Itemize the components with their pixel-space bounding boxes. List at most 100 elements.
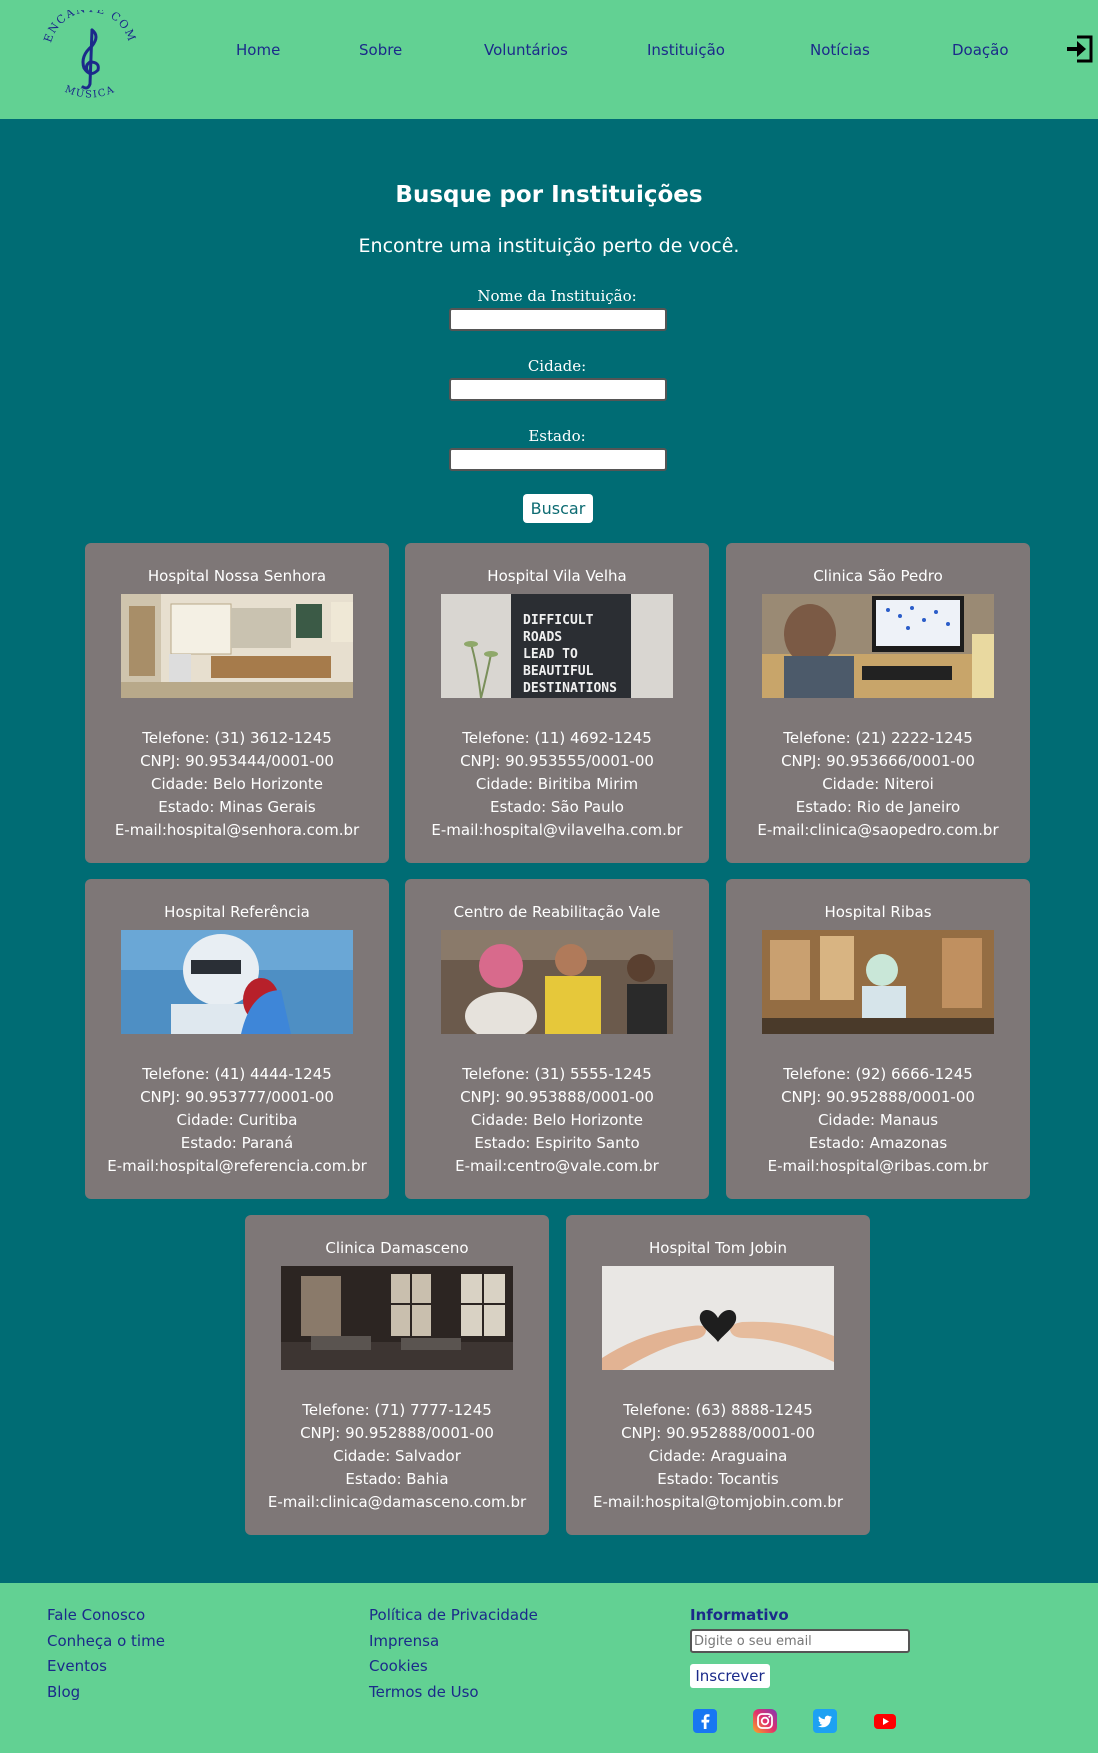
card-title: Hospital Vila Velha [487,567,627,585]
card-phone: Telefone: (71) 7777-1245 [302,1401,492,1419]
state-input[interactable] [449,448,667,471]
card-state: Estado: Amazonas [808,1134,948,1152]
card-state: Estado: Tocantis [657,1470,779,1488]
card-image-letter-board: DIFFICULT ROADS LEAD TO BEAUTIFUL DESTIN… [441,594,673,698]
card-image-hands-heart [602,1266,834,1370]
card-image-hospital-ward [281,1266,513,1370]
card-cnpj: CNPJ: 90.953666/0001-00 [781,752,975,770]
card-phone: Telefone: (31) 5555-1245 [462,1065,652,1083]
card-state: Estado: Paraná [180,1134,294,1152]
card-info: Telefone: (41) 4444-1245 CNPJ: 90.953777… [85,1063,389,1178]
sign-line-2: ROADS [523,630,562,645]
nav-voluntarios[interactable]: Voluntários [484,41,568,59]
newsletter-email-input[interactable] [690,1629,910,1653]
site-header: ENCANTE COM MÚSICA Home Sobre Voluntário… [0,0,1098,119]
youtube-icon[interactable] [873,1709,897,1733]
newsletter-subscribe-button[interactable]: Inscrever [690,1664,770,1688]
card-title: Clinica Damasceno [325,1239,469,1257]
footer-link-cookies[interactable]: Cookies [369,1657,428,1675]
institution-card[interactable]: Hospital Ribas Telefone: (92) 6666-1245 … [726,879,1030,1199]
card-phone: Telefone: (41) 4444-1245 [142,1065,332,1083]
card-image-computer-user [762,594,994,698]
card-city: Cidade: Belo Horizonte [150,775,324,793]
card-image-salon-worker [762,930,994,1034]
card-phone: Telefone: (92) 6666-1245 [783,1065,973,1083]
nav-instituicao[interactable]: Instituição [647,41,725,59]
sign-line-4: BEAUTIFUL [523,664,594,679]
instagram-icon[interactable] [753,1709,777,1733]
institution-card[interactable]: Hospital Vila Velha DIFFICULT ROADS LEAD… [405,543,709,863]
svg-text:ENCANTE COM: ENCANTE COM [41,10,139,44]
card-info: Telefone: (21) 2222-1245 CNPJ: 90.953666… [726,727,1030,842]
card-email: E-mail:hospital@senhora.com.br [114,821,360,839]
card-image-lab-scientist [121,930,353,1034]
login-icon[interactable] [1064,34,1094,64]
card-email: E-mail:hospital@referencia.com.br [107,1157,367,1175]
sign-line-5: DESTINATIONS [523,681,617,696]
institution-card[interactable]: Clinica Damasceno Telefone: (71) 7777-12… [245,1215,549,1535]
card-image-rehab-group [441,930,673,1034]
sign-line-3: LEAD TO [523,647,578,662]
card-phone: Telefone: (21) 2222-1245 [783,729,973,747]
nav-noticias[interactable]: Notícias [810,41,870,59]
twitter-icon[interactable] [813,1709,837,1733]
card-cnpj: CNPJ: 90.953555/0001-00 [460,752,654,770]
card-image-waiting-room [121,594,353,698]
institution-card[interactable]: Centro de Reabilitação Vale Telefone: (3… [405,879,709,1199]
card-cnpj: CNPJ: 90.953888/0001-00 [460,1088,654,1106]
nav-sobre[interactable]: Sobre [359,41,402,59]
card-email: E-mail:centro@vale.com.br [455,1157,659,1175]
footer-link-privacidade[interactable]: Política de Privacidade [369,1606,538,1624]
card-city: Cidade: Salvador [333,1447,461,1465]
search-title: Busque por Instituições [395,182,703,208]
card-email: E-mail:clinica@damasceno.com.br [267,1493,527,1511]
card-cnpj: CNPJ: 90.952888/0001-00 [621,1424,815,1442]
name-input[interactable] [449,308,667,331]
sign-line-1: DIFFICULT [523,613,594,628]
institution-card[interactable]: Hospital Tom Jobin Telefone: (63) 8888-1… [566,1215,870,1535]
card-state: Estado: São Paulo [490,798,624,816]
card-info: Telefone: (11) 4692-1245 CNPJ: 90.953555… [405,727,709,842]
card-info: Telefone: (31) 3612-1245 CNPJ: 90.953444… [85,727,389,842]
card-title: Centro de Reabilitação Vale [453,903,661,921]
footer-link-imprensa[interactable]: Imprensa [369,1632,439,1650]
city-input[interactable] [449,378,667,401]
card-city: Cidade: Curitiba [176,1111,298,1129]
card-state: Estado: Espirito Santo [474,1134,640,1152]
card-city: Cidade: Manaus [817,1111,939,1129]
footer-link-eventos[interactable]: Eventos [47,1657,107,1675]
card-phone: Telefone: (11) 4692-1245 [462,729,652,747]
site-footer: Fale Conosco Conheça o time Eventos Blog… [0,1583,1098,1753]
card-cnpj: CNPJ: 90.952888/0001-00 [781,1088,975,1106]
footer-link-conheca-time[interactable]: Conheça o time [47,1632,165,1650]
institution-card[interactable]: Hospital Referência Telefone: (41) 4444-… [85,879,389,1199]
card-title: Hospital Nossa Senhora [147,567,327,585]
state-label: Estado: [528,427,586,445]
footer-link-termos[interactable]: Termos de Uso [369,1683,479,1701]
card-title: Hospital Ribas [824,903,932,921]
city-label: Cidade: [527,357,587,375]
name-label: Nome da Instituição: [477,287,637,305]
facebook-icon[interactable] [693,1709,717,1733]
card-cnpj: CNPJ: 90.953444/0001-00 [140,752,334,770]
card-info: Telefone: (71) 7777-1245 CNPJ: 90.952888… [245,1399,549,1514]
institution-card[interactable]: Hospital Nossa Senhora Telefone: (31) 36… [85,543,389,863]
card-email: E-mail:hospital@tomjobin.com.br [593,1493,843,1511]
card-title: Hospital Referência [164,903,310,921]
institution-card[interactable]: Clinica São Pedro Telefone: (21) 2222-12… [726,543,1030,863]
footer-link-blog[interactable]: Blog [47,1683,80,1701]
nav-doacao[interactable]: Doação [952,41,1009,59]
search-button[interactable]: Buscar [523,494,593,523]
card-state: Estado: Rio de Janeiro [795,798,961,816]
nav-home[interactable]: Home [236,41,280,59]
card-city: Cidade: Araguaina [648,1447,788,1465]
card-city: Cidade: Biritiba Mirim [475,775,639,793]
card-cnpj: CNPJ: 90.953777/0001-00 [140,1088,334,1106]
card-title: Clinica São Pedro [813,567,943,585]
card-email: E-mail:hospital@ribas.com.br [767,1157,989,1175]
card-state: Estado: Bahia [345,1470,449,1488]
card-info: Telefone: (63) 8888-1245 CNPJ: 90.952888… [566,1399,870,1514]
newsletter-title: Informativo [690,1606,789,1624]
footer-link-fale-conosco[interactable]: Fale Conosco [47,1606,145,1624]
card-phone: Telefone: (63) 8888-1245 [623,1401,813,1419]
